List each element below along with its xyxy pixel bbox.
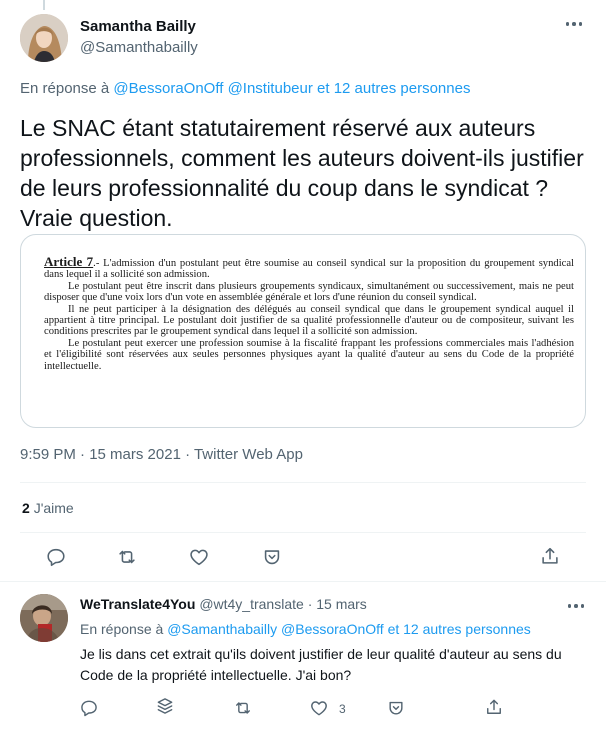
article-label: Article 7	[44, 254, 94, 269]
tweet-text: Le SNAC étant statutairement réservé aux…	[20, 115, 584, 231]
reply-mentions-link[interactable]: @BessoraOnOff @Institubeur	[113, 80, 312, 97]
save-icon[interactable]	[386, 698, 406, 718]
reply-context: En réponse à @Samanthabailly @BessoraOnO…	[80, 621, 531, 637]
like-icon[interactable]	[309, 698, 329, 718]
retweet-icon[interactable]	[233, 698, 253, 718]
like-count: 3	[339, 702, 346, 716]
avatar[interactable]	[20, 14, 68, 62]
save-icon[interactable]	[261, 546, 283, 568]
stack-icon[interactable]	[155, 696, 175, 716]
reply-mentions-link[interactable]: @Samanthabailly @BessoraOnOff	[167, 621, 384, 637]
tweet-header: Samantha Bailly @Samanthabailly	[20, 14, 586, 62]
tweet-text: Je lis dans cet extrait qu'ils doivent j…	[80, 646, 562, 683]
image-document-text: Article 7.- L'admission d'un postulant p…	[44, 254, 574, 372]
reply-prefix: En réponse à	[80, 621, 164, 637]
reply-tweet[interactable]: WeTranslate4You @wt4y_translate · 15 mar…	[0, 582, 606, 744]
tweet-date[interactable]: · 15 mars	[308, 596, 367, 612]
more-options-icon[interactable]	[566, 598, 586, 614]
thread-connector-line	[43, 0, 45, 10]
share-icon[interactable]	[539, 545, 561, 567]
like-icon[interactable]	[188, 546, 210, 568]
article-intro: .- L'admission d'un postulant peut être …	[44, 258, 574, 281]
reply-prefix: En réponse à	[20, 80, 110, 97]
author-name[interactable]: WeTranslate4You	[80, 596, 195, 612]
reply-header: WeTranslate4You @wt4y_translate · 15 mar…	[80, 596, 367, 612]
reply-others-link[interactable]: et 12 autres personnes	[388, 621, 531, 637]
divider	[20, 482, 586, 483]
like-count: 2	[22, 500, 30, 516]
reply-context: En réponse à @BessoraOnOff @Institubeur …	[20, 80, 470, 97]
reply-icon[interactable]	[79, 698, 99, 718]
author-name[interactable]: Samantha Bailly	[80, 18, 196, 35]
tweet-timestamp[interactable]: 9:59 PM · 15 mars 2021 · Twitter Web App	[20, 446, 303, 463]
divider	[20, 532, 586, 533]
doc-paragraph: Le postulant peut exercer une profession…	[44, 337, 574, 372]
doc-paragraph: Le postulant peut être inscrit dans plus…	[44, 280, 574, 304]
author-handle[interactable]: @wt4y_translate	[199, 596, 303, 612]
reply-icon[interactable]	[45, 546, 67, 568]
retweet-icon[interactable]	[116, 546, 138, 568]
like-label: J'aime	[33, 500, 74, 516]
doc-paragraph: Il ne peut participer à la désignation d…	[44, 303, 574, 338]
reply-others-link[interactable]: et 12 autres personnes	[317, 80, 470, 97]
more-options-icon[interactable]	[564, 16, 584, 32]
avatar[interactable]	[20, 594, 68, 642]
like-stats[interactable]: 2 J'aime	[22, 500, 74, 516]
share-icon[interactable]	[484, 697, 504, 717]
author-handle[interactable]: @Samanthabailly	[80, 39, 198, 56]
